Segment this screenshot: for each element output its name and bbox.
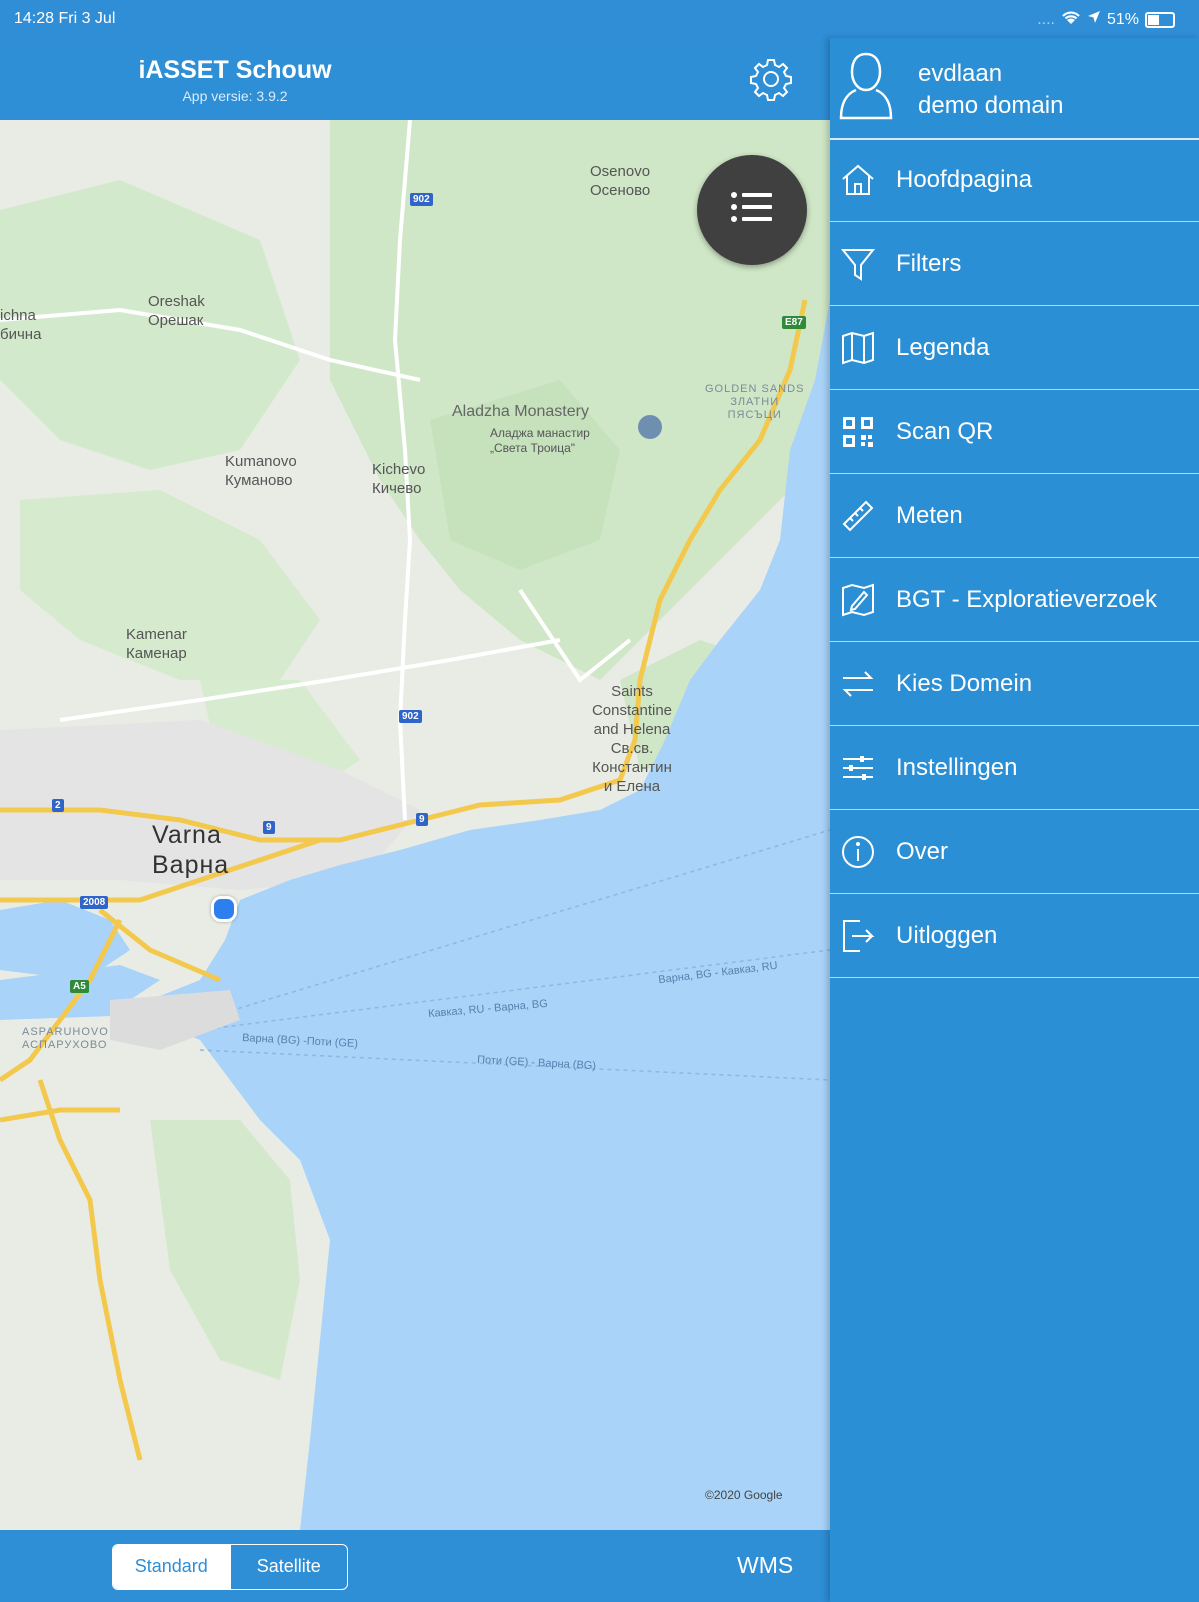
user-avatar-icon <box>839 52 893 120</box>
map-label-city: Varna Варна <box>152 821 230 879</box>
map-label: Oreshak Орешак <box>148 293 205 329</box>
map-label-poi: Аладжа манастир „Света Троица" <box>490 426 590 455</box>
menu-item-label: Hoofdpagina <box>896 166 1033 193</box>
gear-icon <box>750 59 792 101</box>
menu-item-label: Instellingen <box>896 754 1018 781</box>
map-label-poi: Aladzha Monastery <box>452 403 589 420</box>
edit-map-icon <box>842 583 874 617</box>
map-label: GOLDEN SANDS ЗЛАТНИ ПЯСЪЦИ <box>705 383 805 421</box>
user-block: evdlaan demo domain <box>830 38 1199 140</box>
map-label: Osenovo Осеново <box>590 163 651 199</box>
menu-item-meten[interactable]: Meten <box>830 474 1199 558</box>
logout-icon <box>843 920 875 952</box>
status-time: 14:28 Fri 3 Jul <box>14 10 116 27</box>
menu-item-bgt-exploratieverzoek[interactable]: BGT - Exploratieverzoek <box>830 558 1199 642</box>
map-label: Saints Constantine and Helena Св.св. Констан… <box>591 683 673 795</box>
app-header: iASSET Schouw App versie: 3.9.2 <box>0 38 830 120</box>
signal-dots: .... <box>1037 10 1055 28</box>
user-name: evdlaan <box>918 60 1003 87</box>
filter-icon <box>840 249 876 281</box>
map-label: Kamenar Каменар <box>126 626 187 662</box>
menu-item-label: BGT - Exploratieverzoek <box>896 586 1157 613</box>
side-drawer: evdlaan demo domain Hoofdpagina Filters … <box>830 38 1199 1602</box>
road-shield: 9 <box>416 813 428 826</box>
battery-icon <box>1145 11 1175 28</box>
menu-item-uitloggen[interactable]: Uitloggen <box>830 894 1199 978</box>
map-type-segmented-control: Standard Satellite <box>112 1544 348 1590</box>
settings-button[interactable] <box>748 56 794 102</box>
map-type-satellite-button[interactable]: Satellite <box>229 1545 348 1589</box>
road-shield: 2 <box>52 799 64 812</box>
menu-item-label: Uitloggen <box>896 922 998 949</box>
map-copyright: ©2020 Google <box>705 1488 783 1502</box>
road-shield: E87 <box>782 316 806 329</box>
monastery-pin-icon[interactable] <box>638 415 662 439</box>
menu-item-label: Meten <box>896 502 963 529</box>
battery-percent: 51% <box>1106 10 1139 28</box>
menu-item-over[interactable]: Over <box>830 810 1199 894</box>
menu-item-filters[interactable]: Filters <box>830 222 1199 306</box>
list-icon <box>731 192 772 222</box>
menu-item-hoofdpagina[interactable]: Hoofdpagina <box>830 138 1199 222</box>
map-type-standard-button[interactable]: Standard <box>113 1545 230 1589</box>
list-menu-button[interactable] <box>697 155 807 265</box>
info-icon <box>842 836 874 868</box>
menu-item-instellingen[interactable]: Instellingen <box>830 726 1199 810</box>
current-location-marker <box>211 896 237 922</box>
menu-item-label: Kies Domein <box>896 670 1033 697</box>
status-bar: 14:28 Fri 3 Jul .... 51% <box>0 0 1199 38</box>
menu-item-legenda[interactable]: Legenda <box>830 306 1199 390</box>
wifi-icon <box>1061 9 1081 30</box>
map-label: ASPARUHOVO АСПАРУХОВО <box>22 1026 109 1051</box>
menu-item-label: Scan QR <box>896 418 994 445</box>
battery-fill <box>1148 14 1159 25</box>
swap-icon <box>842 671 874 697</box>
map-label: ichna бична <box>0 307 42 343</box>
app-version: App versie: 3.9.2 <box>182 88 288 104</box>
road-shield: 2008 <box>80 896 109 909</box>
user-domain: demo domain <box>918 92 1064 119</box>
road-shield: 902 <box>410 193 433 206</box>
road-shield: A5 <box>70 980 89 993</box>
ruler-icon <box>842 500 874 532</box>
map-canvas <box>0 120 830 1530</box>
road-shield: 902 <box>399 710 422 723</box>
map-icon <box>842 331 874 365</box>
app-title: iASSET Schouw <box>138 56 332 84</box>
menu-item-kies-domein[interactable]: Kies Domein <box>830 642 1199 726</box>
menu-item-scan-qr[interactable]: Scan QR <box>830 390 1199 474</box>
menu-item-label: Filters <box>896 250 962 277</box>
road-shield: 9 <box>263 821 275 834</box>
home-icon <box>842 164 874 195</box>
map-label: Kumanovo Куманово <box>225 453 297 489</box>
status-indicators: .... 51% <box>1037 9 1175 30</box>
menu-item-label: Over <box>896 838 949 865</box>
qr-icon <box>843 417 873 447</box>
map-label: Kichevo Кичево <box>372 461 426 497</box>
sliders-icon <box>843 756 873 780</box>
menu-item-label: Legenda <box>896 334 990 361</box>
location-arrow-icon <box>1087 10 1101 29</box>
bottom-bar: Standard Satellite WMS <box>0 1530 830 1602</box>
map-view[interactable]: Osenovo Осеново Oreshak Орешак ichna бична … <box>0 120 830 1530</box>
wms-button[interactable]: WMS <box>737 1552 793 1579</box>
